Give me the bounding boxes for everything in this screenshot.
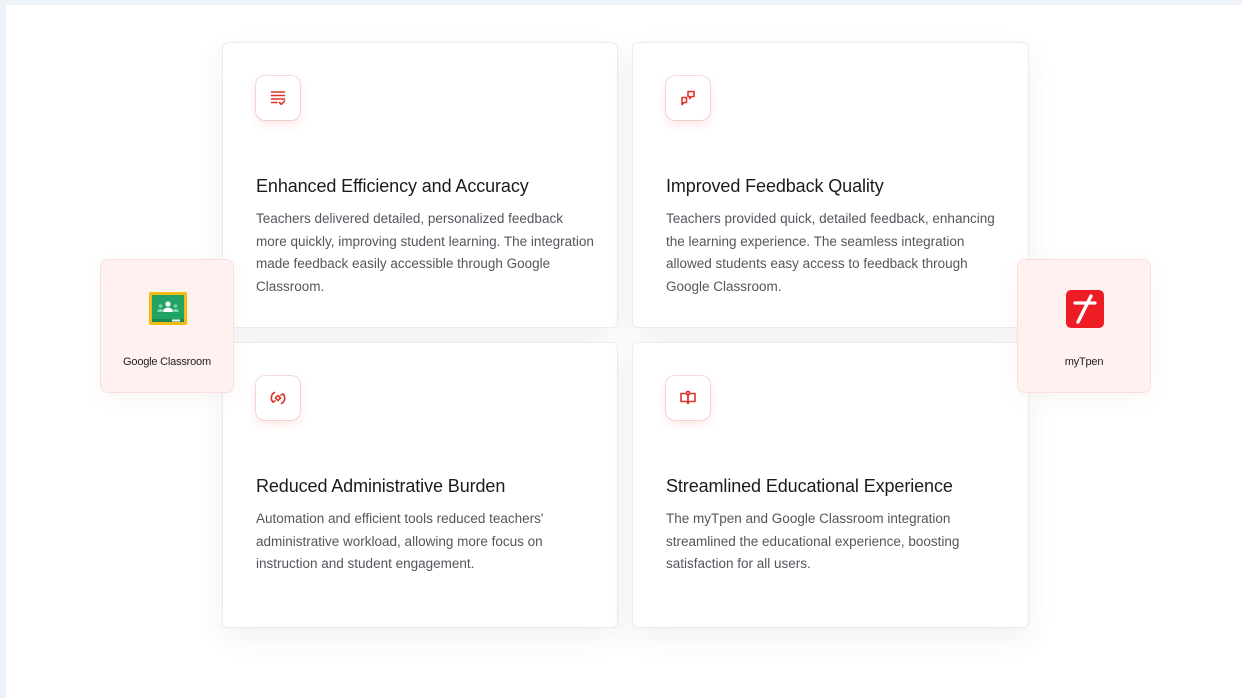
card-title: Streamlined Educational Experience	[666, 476, 953, 496]
integration-label: Google Classroom	[123, 356, 211, 368]
card-title: Enhanced Efficiency and Accuracy	[256, 176, 529, 196]
card-description: The myTpen and Google Classroom integrat…	[666, 511, 960, 571]
feature-card-educational-experience: Streamlined Educational Experience The m…	[632, 342, 1029, 628]
mytpen-badge: myTpen	[1017, 259, 1151, 393]
google-classroom-logo	[149, 292, 187, 325]
chat-bubbles-icon	[666, 76, 710, 120]
card-description: Teachers provided quick, detailed feedba…	[666, 211, 995, 294]
sync-icon	[256, 376, 300, 420]
mytpen-logo	[1066, 290, 1104, 328]
feature-card-efficiency: Enhanced Efficiency and Accuracy Teacher…	[222, 42, 618, 328]
feature-card-feedback-quality: Improved Feedback Quality Teachers provi…	[632, 42, 1029, 328]
integration-label: myTpen	[1064, 356, 1104, 368]
card-description: Automation and efficient tools reduced t…	[256, 511, 544, 571]
google-classroom-badge: Google Classroom	[100, 259, 234, 393]
card-title: Improved Feedback Quality	[666, 176, 884, 196]
open-book-icon	[666, 376, 710, 420]
checklist-icon	[256, 76, 300, 120]
card-title: Reduced Administrative Burden	[256, 476, 506, 496]
feature-card-admin-burden: Reduced Administrative Burden Automation…	[222, 342, 618, 628]
card-description: Teachers delivered detailed, personalize…	[256, 211, 594, 294]
